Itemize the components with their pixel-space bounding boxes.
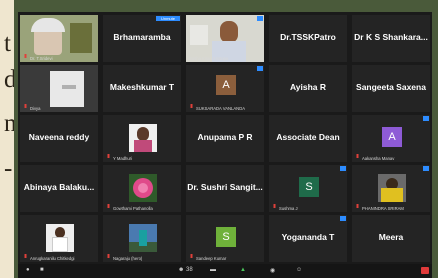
reactions-icon[interactable]: ☺ — [296, 267, 302, 273]
participant-photo — [46, 224, 74, 252]
participant-name: Anupama P R — [197, 132, 253, 142]
mic-muted-icon — [106, 204, 111, 209]
participant-name: Dr. T.Sridevi — [30, 56, 53, 61]
chat-icon[interactable]: ▬ — [210, 267, 216, 273]
mic-muted-icon — [189, 104, 194, 109]
record-icon[interactable]: ◉ — [270, 267, 275, 274]
participant-name: Nagaraju (hero) — [113, 256, 143, 261]
avatar: A — [382, 127, 402, 147]
participant-name: Naveena reddy — [28, 132, 90, 142]
participant-video — [186, 15, 264, 62]
participant-tile[interactable]: Dr K S Shankara... — [352, 15, 430, 62]
mic-muted-icon — [23, 54, 28, 59]
video-on-icon — [340, 216, 346, 221]
participant-name: SUKSARADA VANLANDA — [196, 106, 246, 111]
participant-name: Aakansha Manav — [362, 156, 395, 161]
participant-name: PHANINDRA SRIRAM — [362, 206, 404, 211]
mic-muted-icon — [23, 254, 28, 259]
unmute-badge[interactable]: Unmute — [156, 16, 180, 21]
participant-tile[interactable]: Anrugkaranilu Chitkedgi — [20, 215, 98, 262]
share-screen-icon[interactable]: ▲ — [240, 267, 246, 273]
mic-muted-icon — [106, 254, 111, 259]
participant-name: Y Madhuri — [113, 156, 133, 161]
mic-muted-icon — [272, 204, 277, 209]
participants-count: 38 — [186, 267, 193, 273]
participant-name: Yogananda T — [281, 232, 335, 242]
participant-tile[interactable]: PHANINDRA SRIRAM — [352, 165, 430, 212]
participant-name: Dr. Sushri Sangit... — [187, 182, 263, 192]
video-on-icon — [340, 166, 346, 171]
participant-tile[interactable]: Anupama P R — [186, 115, 264, 162]
mic-muted-icon — [355, 204, 360, 209]
gallery-grid: Dr. T.Sridevi Unmute Brhamaramba Sasha K… — [18, 12, 432, 264]
participant-tile[interactable]: Nagaraju (hero) — [103, 215, 181, 262]
participant-tile[interactable]: Ayisha R — [269, 65, 347, 112]
participant-tile[interactable]: Gowthami Pathanolla — [103, 165, 181, 212]
video-on-icon — [423, 166, 429, 171]
video-on-icon — [257, 16, 263, 21]
participant-name: Abinaya Balaku... — [23, 182, 95, 192]
mic-muted-icon — [106, 154, 111, 159]
participant-tile[interactable]: A SUKSARADA VANLANDA — [186, 65, 264, 112]
participant-name: Brhamaramba — [113, 32, 171, 42]
avatar: S — [216, 227, 236, 247]
participant-photo — [129, 224, 157, 252]
participant-tile[interactable]: Yogananda T — [269, 215, 347, 262]
participant-name: Sangeeta Saxena — [356, 82, 426, 92]
participant-tile[interactable]: A Aakansha Manav — [352, 115, 430, 162]
participants-icon[interactable]: ☻ — [178, 267, 184, 273]
end-meeting-button[interactable] — [421, 267, 429, 274]
participant-name: Sandeep Kumar — [196, 256, 227, 261]
avatar: A — [216, 75, 236, 95]
participant-tile[interactable]: Divya — [20, 65, 98, 112]
participant-name: Sasha Kiran Kristopa — [189, 56, 229, 61]
participant-tile[interactable]: Abinaya Balaku... — [20, 165, 98, 212]
zoom-window: Dr. T.Sridevi Unmute Brhamaramba Sasha K… — [18, 12, 432, 278]
participant-tile[interactable]: Sasha Kiran Kristopa — [186, 15, 264, 62]
participant-video — [20, 65, 98, 112]
mute-icon[interactable]: ● — [26, 267, 30, 273]
video-icon[interactable]: ■ — [40, 267, 44, 273]
video-on-icon — [423, 116, 429, 121]
mic-muted-icon — [355, 154, 360, 159]
participant-name: Meera — [378, 232, 404, 242]
participant-photo — [378, 174, 406, 202]
participant-name: Dr K S Shankara... — [354, 32, 428, 42]
participant-tile[interactable]: Associate Dean — [269, 115, 347, 162]
participant-tile[interactable]: Unmute Brhamaramba — [103, 15, 181, 62]
slide-text: - — [4, 155, 13, 182]
meeting-toolbar: ● ■ ☻ 38 ▬ ▲ ◉ ☺ — [18, 264, 432, 278]
participant-photo — [129, 174, 157, 202]
video-on-icon — [257, 66, 263, 71]
participant-tile[interactable]: Makeshkumar T — [103, 65, 181, 112]
mic-muted-icon — [23, 104, 28, 109]
participant-tile[interactable]: Naveena reddy — [20, 115, 98, 162]
participant-name: Divya — [30, 106, 41, 111]
participant-photo — [129, 124, 157, 152]
participant-tile[interactable]: Dr. Sushri Sangit... — [186, 165, 264, 212]
participant-name: Dr.TSSKPatro — [280, 32, 336, 42]
participant-name: Anrugkaranilu Chitkedgi — [30, 256, 75, 261]
avatar: S — [299, 177, 319, 197]
participant-name: Gowthami Pathanolla — [113, 206, 153, 211]
participant-tile[interactable]: S Sushma J — [269, 165, 347, 212]
participant-name: Sushma J — [279, 206, 298, 211]
participant-tile[interactable]: Dr.TSSKPatro — [269, 15, 347, 62]
participant-tile[interactable]: Sangeeta Saxena — [352, 65, 430, 112]
participant-tile[interactable]: Meera — [352, 215, 430, 262]
mic-muted-icon — [189, 254, 194, 259]
participant-name: Ayisha R — [289, 82, 327, 92]
participant-tile[interactable]: S Sandeep Kumar — [186, 215, 264, 262]
participant-tile[interactable]: Dr. T.Sridevi — [20, 15, 98, 62]
participant-video — [20, 15, 98, 62]
participant-name: Associate Dean — [276, 132, 340, 142]
participant-name: Makeshkumar T — [109, 82, 175, 92]
participant-tile[interactable]: Y Madhuri — [103, 115, 181, 162]
slide-text: t — [4, 30, 11, 57]
